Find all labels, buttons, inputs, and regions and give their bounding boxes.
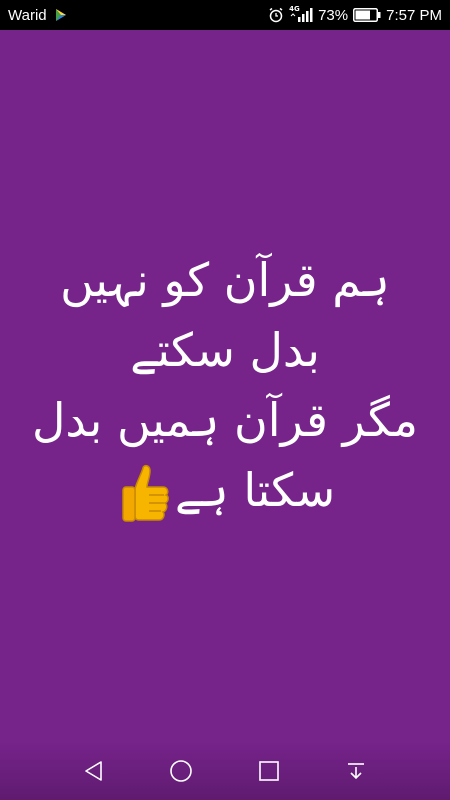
screen: Warid 4G 73% 7:57 PM ہم قرآن کو نہیں بدل… [0,0,450,800]
status-right: 4G 73% 7:57 PM [268,5,442,24]
quote-line-1: ہم قرآن کو نہیں [60,253,390,307]
notification-pull-button[interactable] [336,751,376,791]
quote-line-2: بدل سکتے [130,323,320,377]
status-bar: Warid 4G 73% 7:57 PM [0,0,450,30]
clock: 7:57 PM [386,6,442,24]
home-icon [170,760,193,782]
notification-pull-icon [348,763,365,780]
quote-line-4-wrap: سکتا ہے [0,455,450,525]
quote-text: ہم قرآن کو نہیں بدل سکتے مگر قرآن ہمیں ب… [0,245,450,525]
status-left: Warid [8,7,67,24]
home-button[interactable] [161,751,201,791]
navigation-bar [0,742,450,800]
thumbs-up-icon [122,464,169,522]
carrier-name: Warid [8,6,47,24]
back-button[interactable] [74,751,114,791]
quote-line-4: سکتا ہے [174,463,336,517]
carrier-app-icon [55,9,66,21]
battery-icon [353,8,381,22]
battery-percent: 73% [318,6,349,24]
recents-button[interactable] [249,751,289,791]
signal-icon: 4G [289,5,313,23]
back-icon [84,761,102,781]
recents-icon [258,761,279,781]
quote-line-3: مگر قرآن ہمیں بدل [31,393,419,447]
alarm-icon [269,7,283,23]
